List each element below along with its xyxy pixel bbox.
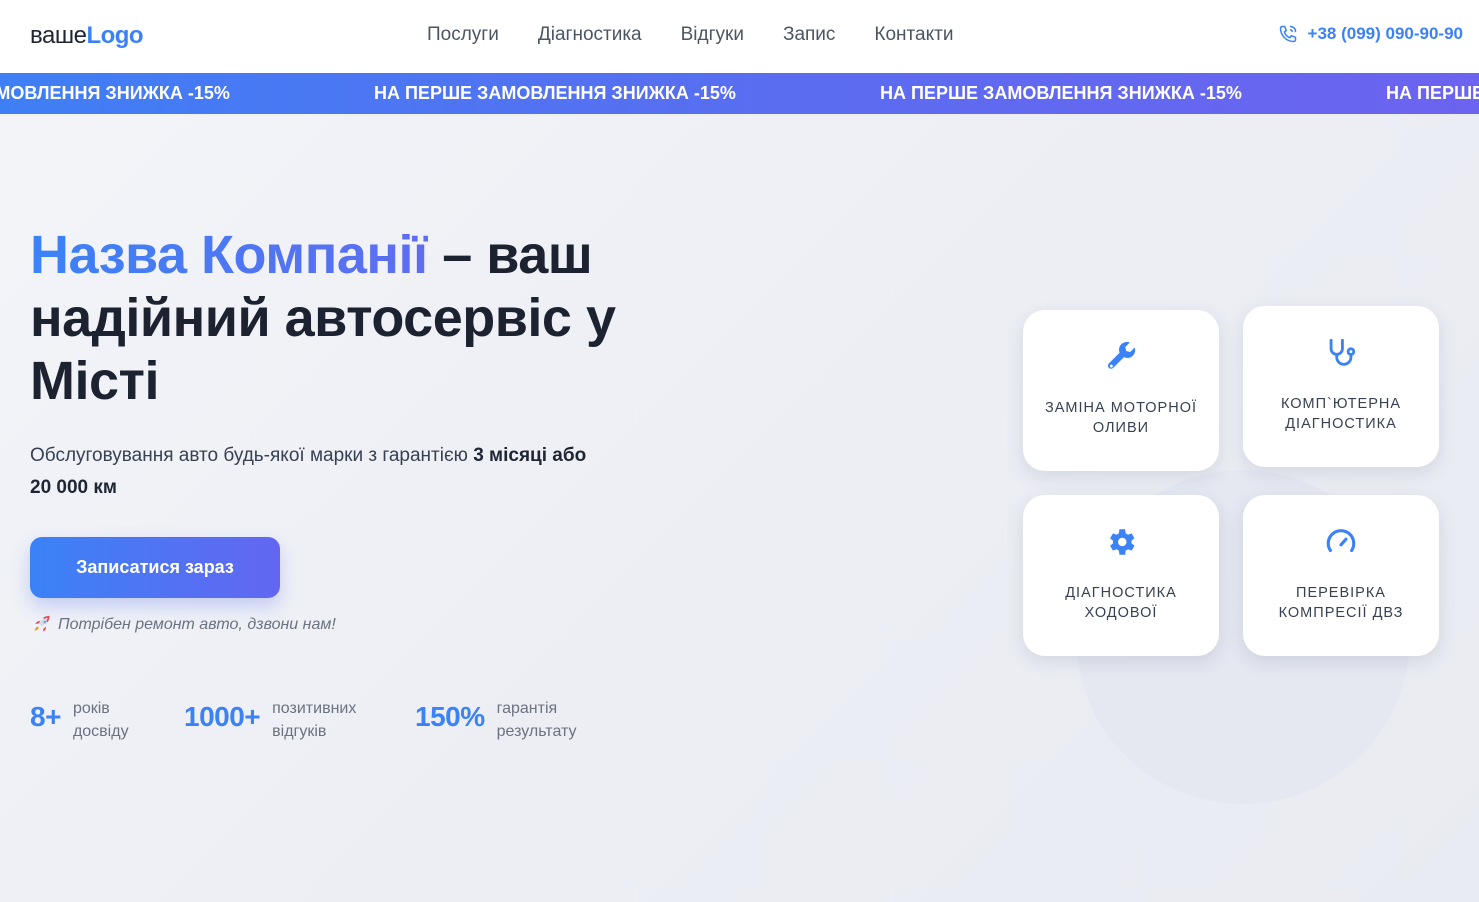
hero-subtitle-text: Обслуговування авто будь-якої марки з га… (30, 445, 474, 466)
site-header: вашеLogo Послуги Діагностика Відгуки Зап… (0, 0, 1479, 73)
ticker-item: НА ПЕРШЕ ЗАМОВЛЕННЯ ЗНИЖКА -15% (374, 83, 736, 103)
nav-link-services[interactable]: Послуги (427, 24, 499, 46)
nav-link-diagnostics[interactable]: Діагностика (538, 24, 642, 46)
service-card-oil-change[interactable]: Заміна моторної оливи (1023, 310, 1219, 471)
service-card-computer-diagnostics[interactable]: Комп`ютерна діагностика (1243, 306, 1439, 467)
stat-label: гарантія результату (496, 700, 577, 740)
logo-suffix: Logo (86, 22, 144, 49)
stat-label: позитивних відгуків (272, 700, 357, 740)
service-card-compression-test[interactable]: Перевірка компресії ДВЗ (1243, 495, 1439, 656)
ticker-track: НА ПЕРШЕ ЗАМОВЛЕННЯ ЗНИЖКА -15% НА ПЕРШЕ… (0, 73, 1479, 114)
stat-experience: 8+ років досвіду (30, 697, 153, 743)
hero-title: Назва Компанії – ваш надійний автосервіс… (30, 224, 650, 413)
wrench-icon (1107, 341, 1136, 369)
nav-link-reviews[interactable]: Відгуки (681, 24, 744, 46)
rocket-icon (34, 615, 50, 632)
stat-value: 150% (415, 701, 485, 732)
stat-label: років досвіду (72, 700, 129, 740)
ticker-item: НА ПЕРШЕ ЗАМОВЛЕННЯ ЗНИЖКА -15% (1386, 83, 1479, 103)
service-card-suspension[interactable]: Діагностика ходової (1023, 495, 1219, 656)
stat-value: 8+ (30, 701, 61, 732)
book-now-button[interactable]: Записатися зараз (30, 537, 280, 598)
logo-prefix: ваше (30, 22, 87, 49)
hero-note-text: Потрібен ремонт авто, дзвони нам! (58, 616, 336, 633)
gauge-icon (1326, 529, 1356, 553)
service-card-label: Діагностика ходової (1065, 585, 1177, 621)
promo-ticker: НА ПЕРШЕ ЗАМОВЛЕННЯ ЗНИЖКА -15% НА ПЕРШЕ… (0, 73, 1479, 114)
stethoscope-icon (1329, 338, 1356, 366)
stat-guarantee: 150% гарантія результату (415, 697, 597, 743)
phone-link[interactable]: +38 (099) 090-90-90 (1278, 24, 1463, 44)
hero-subtitle: Обслуговування авто будь-якої марки з га… (30, 440, 610, 504)
phone-number: +38 (099) 090-90-90 (1307, 24, 1463, 43)
stats-row: 8+ років досвіду 1000+ позитивних відгук… (30, 697, 650, 747)
ticker-item: НА ПЕРШЕ ЗАМОВЛЕННЯ ЗНИЖКА -15% (0, 83, 230, 103)
hero-title-brand: Назва Компанії (30, 225, 428, 285)
hero-note: Потрібен ремонт авто, дзвони нам! (32, 615, 336, 635)
stat-value: 1000+ (184, 701, 261, 732)
ticker-item: НА ПЕРШЕ ЗАМОВЛЕННЯ ЗНИЖКА -15% (880, 83, 1242, 103)
logo[interactable]: вашеLogo (30, 22, 144, 50)
nav-link-contacts[interactable]: Контакти (874, 24, 953, 46)
service-card-label: Перевірка компресії ДВЗ (1278, 585, 1404, 621)
nav-link-booking[interactable]: Запис (783, 24, 835, 46)
phone-icon (1279, 25, 1296, 43)
stat-reviews: 1000+ позитивних відгуків (184, 697, 382, 743)
main-nav: Послуги Діагностика Відгуки Запис Контак… (427, 24, 953, 46)
service-card-label: Комп`ютерна діагностика (1280, 396, 1402, 432)
service-card-label: Заміна моторної оливи (1045, 400, 1197, 436)
gear-icon (1110, 529, 1135, 555)
